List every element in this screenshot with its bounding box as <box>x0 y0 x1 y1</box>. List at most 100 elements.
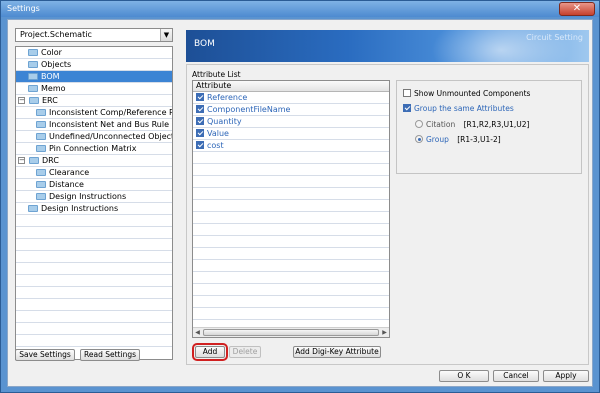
tree-item[interactable]: Objects <box>16 59 172 71</box>
section-banner: BOM Circuit Setting <box>186 30 589 62</box>
attribute-empty-row <box>193 176 389 188</box>
tree-item-content: Design Instructions <box>16 204 118 213</box>
tree-item-content: Objects <box>16 60 71 69</box>
group-radio[interactable] <box>415 135 423 143</box>
tree-item[interactable]: Inconsistent Comp/Reference Rule <box>16 107 172 119</box>
tree-item[interactable]: Distance <box>16 179 172 191</box>
options-group: Show Unmounted Components Group the same… <box>396 80 582 174</box>
close-window-button[interactable]: ✕ <box>559 2 595 16</box>
ok-button[interactable]: O K <box>439 370 489 382</box>
group-label: Group <box>426 135 449 144</box>
attribute-empty-row <box>193 200 389 212</box>
tree-item-label: Inconsistent Net and Bus Rule <box>49 120 170 129</box>
citation-example: [R1,R2,R3,U1,U2] <box>463 120 530 129</box>
attribute-list-label: Attribute List <box>192 70 241 79</box>
folder-icon <box>28 85 38 92</box>
scroll-left-icon[interactable]: ◀ <box>193 328 202 337</box>
tree-item-content: Design Instructions <box>16 192 126 201</box>
tree-item-content: Undefined/Unconnected Objects <box>16 132 173 141</box>
attribute-empty-row <box>193 284 389 296</box>
attribute-checkbox[interactable] <box>196 129 204 137</box>
folder-icon <box>28 61 38 68</box>
attribute-row[interactable]: cost <box>193 140 389 152</box>
attribute-rows: Reference ComponentFileName Quantity Value c… <box>193 92 389 320</box>
tree-item[interactable]: BOM <box>16 71 172 83</box>
attribute-row[interactable]: Value <box>193 128 389 140</box>
attribute-name: ComponentFileName <box>207 105 291 114</box>
citation-option[interactable]: Citation [R1,R2,R3,U1,U2] <box>415 120 529 130</box>
attribute-empty-row <box>193 224 389 236</box>
attribute-empty-row <box>193 164 389 176</box>
folder-icon <box>29 97 39 104</box>
tree-item[interactable]: − ERC <box>16 95 172 107</box>
title-bar: Settings <box>1 1 599 17</box>
tree-item[interactable]: Clearance <box>16 167 172 179</box>
attribute-checkbox[interactable] <box>196 141 204 149</box>
cancel-button[interactable]: Cancel <box>493 370 539 382</box>
attribute-row[interactable]: ComponentFileName <box>193 104 389 116</box>
tree-item[interactable]: Design Instructions <box>16 191 172 203</box>
tree-item[interactable]: − DRC <box>16 155 172 167</box>
attribute-name: cost <box>207 141 224 150</box>
group-same-option[interactable]: Group the same Attributes <box>403 104 514 114</box>
read-settings-button[interactable]: Read Settings <box>80 349 140 361</box>
collapse-icon[interactable]: − <box>18 97 25 104</box>
tree-item[interactable]: Undefined/Unconnected Objects <box>16 131 172 143</box>
attribute-checkbox[interactable] <box>196 117 204 125</box>
attribute-empty-row <box>193 272 389 284</box>
citation-radio[interactable] <box>415 120 423 128</box>
folder-icon <box>36 181 46 188</box>
folder-icon <box>36 169 46 176</box>
dropdown-arrow-icon[interactable]: ▼ <box>160 29 172 41</box>
folder-icon <box>29 157 39 164</box>
tree-item-label: Pin Connection Matrix <box>49 144 137 153</box>
tree-item-label: BOM <box>41 72 60 81</box>
attribute-empty-row <box>193 308 389 320</box>
save-settings-button[interactable]: Save Settings <box>15 349 75 361</box>
attribute-grid[interactable]: Attribute Reference ComponentFileName Quan… <box>192 80 390 338</box>
tree-item[interactable]: Color <box>16 47 172 59</box>
attribute-empty-row <box>193 152 389 164</box>
tree-item[interactable]: Memo <box>16 83 172 95</box>
delete-button[interactable]: Delete <box>229 346 261 358</box>
banner-title: BOM <box>194 39 215 49</box>
scrollbar-thumb[interactable] <box>203 329 379 336</box>
tree-empty-row <box>16 323 172 335</box>
folder-icon <box>36 109 46 116</box>
show-unmounted-option[interactable]: Show Unmounted Components <box>403 89 530 99</box>
add-button[interactable]: Add <box>192 343 228 361</box>
attribute-empty-row <box>193 260 389 272</box>
tree-empty-row <box>16 275 172 287</box>
folder-icon <box>28 49 38 56</box>
apply-button[interactable]: Apply <box>543 370 589 382</box>
settings-window: Settings ✕ Project.Schematic ▼ Color Obje… <box>0 0 600 393</box>
tree-item-content: Inconsistent Comp/Reference Rule <box>16 108 172 117</box>
attribute-row[interactable]: Quantity <box>193 116 389 128</box>
attribute-checkbox[interactable] <box>196 105 204 113</box>
tree-item-label: Clearance <box>49 168 90 177</box>
show-unmounted-checkbox[interactable] <box>403 89 411 97</box>
tree-item[interactable]: Inconsistent Net and Bus Rule <box>16 119 172 131</box>
tree-item-label: Design Instructions <box>49 192 127 201</box>
attribute-checkbox[interactable] <box>196 93 204 101</box>
tree-item-content: Inconsistent Net and Bus Rule <box>16 120 169 129</box>
tree-item[interactable]: Pin Connection Matrix <box>16 143 172 155</box>
tree-item-content: Memo <box>16 84 66 93</box>
attribute-row[interactable]: Reference <box>193 92 389 104</box>
horizontal-scrollbar[interactable]: ◀ ▶ <box>193 327 389 337</box>
group-example: [R1-3,U1-2] <box>457 135 501 144</box>
settings-tree[interactable]: Color Objects BOM Memo − ERC Inconsistent Comp… <box>15 46 173 360</box>
tree-item-label: Objects <box>41 60 72 69</box>
group-option[interactable]: Group [R1-3,U1-2] <box>415 135 501 145</box>
project-select[interactable]: Project.Schematic ▼ <box>15 28 173 42</box>
add-digikey-attribute-button[interactable]: Add Digi-Key Attribute <box>293 346 381 358</box>
tree-empty-row <box>16 227 172 239</box>
tree-item-label: Undefined/Unconnected Objects <box>49 132 173 141</box>
tree-item-label: Memo <box>41 84 66 93</box>
window-title: Settings <box>7 4 40 13</box>
group-same-checkbox[interactable] <box>403 104 411 112</box>
collapse-icon[interactable]: − <box>18 157 25 164</box>
scroll-right-icon[interactable]: ▶ <box>380 328 389 337</box>
tree-item[interactable]: Design Instructions <box>16 203 172 215</box>
attribute-column-header[interactable]: Attribute <box>193 81 389 92</box>
